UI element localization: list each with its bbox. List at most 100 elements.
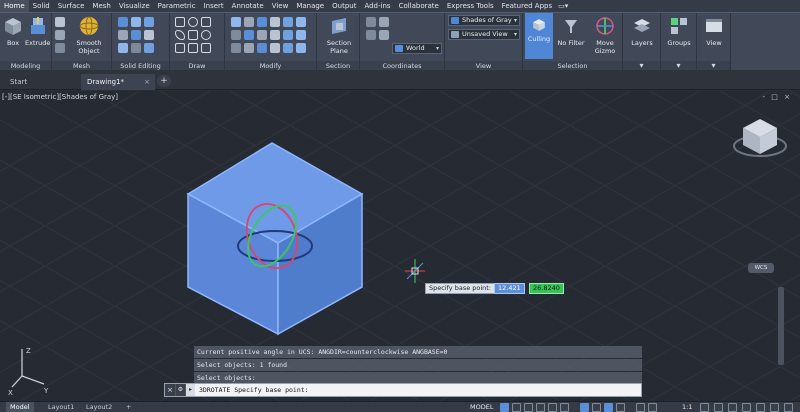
no-filter-button[interactable]: No Filter	[555, 15, 587, 47]
selection-cycling-icon[interactable]	[616, 403, 625, 412]
extract-edges-icon[interactable]	[118, 43, 128, 53]
mesh-cone-icon[interactable]	[55, 30, 65, 40]
union-icon[interactable]	[118, 17, 128, 27]
tab-output[interactable]: Output	[328, 0, 360, 12]
model-space-button[interactable]: MODEL	[470, 403, 493, 412]
new-tab-button[interactable]: +	[157, 75, 171, 87]
isodraft-icon[interactable]	[548, 403, 557, 412]
tab-add-ins[interactable]: Add-ins	[360, 0, 394, 12]
ribbon-minimize-icon[interactable]: ▭▾	[558, 2, 568, 10]
navigation-bar[interactable]	[778, 287, 784, 365]
units-icon[interactable]	[728, 403, 737, 412]
named-view-dropdown[interactable]: Unsaved View ▾	[448, 29, 520, 40]
solid-box[interactable]	[186, 142, 364, 336]
separate-icon[interactable]	[144, 43, 154, 53]
tab-annotate[interactable]: Annotate	[228, 0, 268, 12]
ortho-icon[interactable]	[524, 403, 533, 412]
ucs-world-icon[interactable]	[379, 17, 389, 27]
helix-icon[interactable]	[201, 43, 211, 53]
command-line-input[interactable]: 3DROTATE Specify base point:	[195, 386, 641, 394]
stretch-icon[interactable]	[231, 30, 241, 40]
lineweight-icon[interactable]	[592, 403, 601, 412]
circle-icon[interactable]	[188, 17, 198, 27]
tab-view[interactable]: View	[268, 0, 293, 12]
tab-visualize[interactable]: Visualize	[115, 0, 154, 12]
interfere-icon[interactable]	[131, 30, 141, 40]
move-gizmo-button[interactable]: Move Gizmo	[589, 15, 621, 55]
scale-icon[interactable]	[244, 30, 254, 40]
arc-icon[interactable]	[175, 30, 185, 40]
3d-array-icon[interactable]	[296, 43, 306, 53]
intersect-icon[interactable]	[144, 17, 154, 27]
mesh-cylinder-icon[interactable]	[55, 43, 65, 53]
smooth-object-button[interactable]: Smooth Object	[70, 15, 108, 55]
ucs-origin-icon[interactable]	[366, 30, 376, 40]
layers-button[interactable]: Layers	[627, 15, 657, 47]
tab-start[interactable]: Start	[4, 74, 80, 90]
array-icon[interactable]	[257, 30, 267, 40]
close-tab-icon[interactable]: ×	[144, 74, 150, 90]
drawing-viewport[interactable]: Z X Y [-][SE Isometric][Shades of Gray] …	[0, 91, 800, 401]
groups-button[interactable]: Groups	[664, 15, 694, 47]
workspace-gear-icon[interactable]	[700, 403, 709, 412]
fillet-icon[interactable]	[296, 17, 306, 27]
tab-home[interactable]: Home	[0, 0, 29, 12]
dynamic-input-y[interactable]: 26.8240	[529, 283, 564, 294]
rotate-icon[interactable]	[244, 17, 254, 27]
tab-parametric[interactable]: Parametric	[154, 0, 200, 12]
polar-icon[interactable]	[536, 403, 545, 412]
ucs-icon[interactable]	[366, 17, 376, 27]
recent-commands-icon[interactable]: ▸	[185, 384, 195, 396]
polyline-icon[interactable]	[188, 30, 198, 40]
tab-solid[interactable]: Solid	[29, 0, 54, 12]
dynamic-input-x[interactable]: 12.421	[494, 283, 525, 294]
mirror-icon[interactable]	[283, 17, 293, 27]
offset-icon[interactable]	[283, 30, 293, 40]
isolate-objects-icon[interactable]	[756, 403, 765, 412]
clean-screen-icon[interactable]	[770, 403, 779, 412]
object-snap-tracking-icon[interactable]	[560, 403, 569, 412]
tab-insert[interactable]: Insert	[200, 0, 228, 12]
join-icon[interactable]	[244, 43, 254, 53]
annotation-scale[interactable]: 1:1	[682, 402, 692, 412]
3d-mirror-icon[interactable]	[283, 43, 293, 53]
shell-icon[interactable]	[131, 43, 141, 53]
customization-menu-icon[interactable]	[784, 403, 793, 412]
wrench-icon[interactable]: ⚙	[175, 384, 185, 396]
explode-icon[interactable]	[296, 30, 306, 40]
viewport-window-controls[interactable]: - □ ×	[763, 93, 792, 101]
ucs-view-icon[interactable]	[379, 30, 389, 40]
layout-tab-model[interactable]: Model	[6, 402, 34, 412]
copy-icon[interactable]	[270, 17, 280, 27]
tab-featured-apps[interactable]: Featured Apps	[498, 0, 556, 12]
mesh-box-icon[interactable]	[55, 17, 65, 27]
box-button[interactable]: Box	[2, 15, 24, 47]
command-line[interactable]: × ⚙ ▸ 3DROTATE Specify base point:	[164, 383, 642, 397]
polygon-icon[interactable]	[175, 43, 185, 53]
subtract-icon[interactable]	[131, 17, 141, 27]
snap-icon[interactable]	[512, 403, 521, 412]
quick-properties-icon[interactable]	[742, 403, 751, 412]
annotation-monitor-icon[interactable]	[714, 403, 723, 412]
move-icon[interactable]	[231, 17, 241, 27]
section-plane-button[interactable]: Section Plane	[321, 15, 357, 55]
gizmo-toggle-icon[interactable]	[636, 403, 645, 412]
transparency-icon[interactable]	[604, 403, 613, 412]
visual-style-dropdown[interactable]: Shades of Gray ▾	[448, 15, 520, 26]
add-layout-icon[interactable]: +	[122, 402, 135, 412]
chamfer-icon[interactable]	[257, 43, 267, 53]
ellipse-icon[interactable]	[201, 30, 211, 40]
tab-collaborate[interactable]: Collaborate	[395, 0, 443, 12]
spline-icon[interactable]	[188, 43, 198, 53]
align-icon[interactable]	[231, 43, 241, 53]
tab-surface[interactable]: Surface	[54, 0, 89, 12]
annotation-visibility-icon[interactable]	[648, 403, 657, 412]
ucs-dropdown[interactable]: World ▾	[392, 43, 442, 54]
culling-button[interactable]: Culling	[525, 13, 553, 59]
grid-icon[interactable]	[500, 403, 509, 412]
viewport-controls-label[interactable]: [-][SE Isometric][Shades of Gray]	[2, 93, 118, 101]
slice-icon[interactable]	[118, 30, 128, 40]
wcs-menu-button[interactable]: WCS	[748, 263, 774, 273]
tab-manage[interactable]: Manage	[292, 0, 328, 12]
object-snap-icon[interactable]	[580, 403, 589, 412]
